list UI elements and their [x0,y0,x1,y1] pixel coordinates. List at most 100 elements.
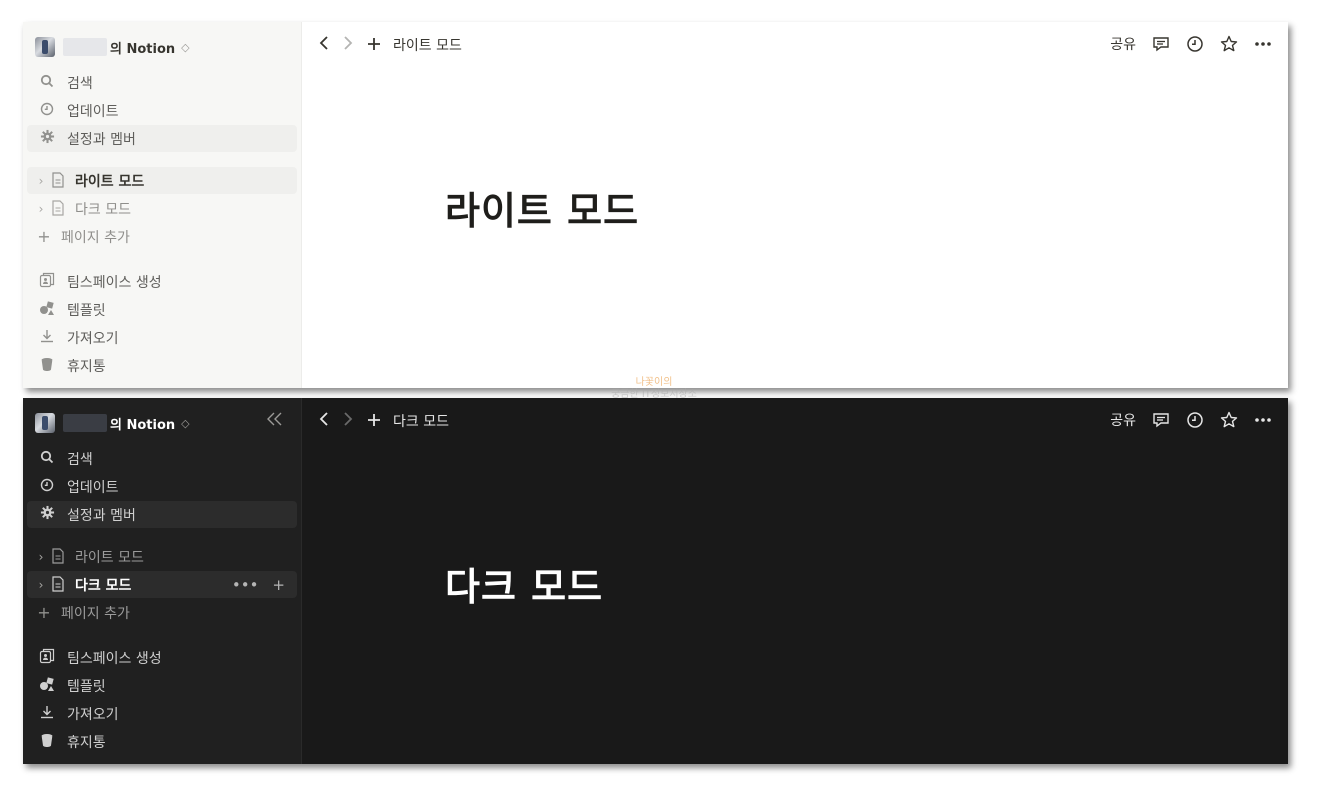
breadcrumb[interactable]: 라이트 모드 [393,35,462,55]
page-item-dark-mode[interactable]: › 다크 모드 ••• + [27,571,297,598]
sidebar-item-label: 팀스페이스 생성 [67,650,162,667]
search-icon [37,450,57,468]
new-page-plus-icon[interactable] [367,410,381,432]
workspace-avatar [35,413,55,433]
sidebar-item-updates[interactable]: 업데이트 [27,473,297,500]
workspace-name-redacted [63,414,107,432]
search-icon [37,74,57,92]
page-icon [51,199,67,218]
workspace-name: 의 Notion [110,417,176,433]
sidebar-item-label: 휴지통 [67,734,106,751]
sidebar-item-search[interactable]: 검색 [27,445,297,472]
templates-icon [37,676,57,696]
sidebar-item-label: 팀스페이스 생성 [67,274,162,291]
workspace-switcher[interactable]: 의 Notion ◇ [35,412,190,434]
share-button[interactable]: 공유 [1110,410,1136,430]
sidebar-item-label: 설정과 멤버 [67,507,136,524]
favorite-star-icon[interactable] [1220,411,1238,429]
plus-icon: + [37,603,51,622]
gear-icon [37,505,57,524]
double-chevron-left-icon[interactable] [267,410,283,431]
page-item-dark-mode[interactable]: › 다크 모드 [27,195,297,222]
add-page-label: 페이지 추가 [61,229,130,246]
page-icon [51,575,67,594]
page-icon [51,547,67,566]
workspace-switcher[interactable]: 의 Notion ◇ [35,36,190,58]
plus-icon: + [37,227,51,246]
templates-icon [37,300,57,320]
sidebar-item-create-teamspace[interactable]: 팀스페이스 생성 [27,644,297,671]
sidebar-item-label: 설정과 멤버 [67,131,136,148]
sidebar-item-search[interactable]: 검색 [27,69,297,96]
sidebar-item-settings[interactable]: 설정과 멤버 [27,125,297,152]
chevron-right-icon[interactable]: › [35,174,47,188]
chevron-updown-icon: ◇ [181,40,190,54]
sidebar-item-trash[interactable]: 휴지통 [27,728,297,755]
new-page-plus-icon[interactable] [367,34,381,56]
history-clock-icon[interactable] [1186,411,1204,429]
breadcrumb[interactable]: 다크 모드 [393,411,449,431]
page-item-label: 다크 모드 [75,201,131,218]
page-more-icon[interactable]: ••• [232,576,259,594]
page-title[interactable]: 다크 모드 [445,556,603,611]
add-page-button[interactable]: + 페이지 추가 [27,223,297,250]
topbar: 라이트 모드 공유 [301,22,1288,66]
more-options-icon[interactable] [1254,35,1272,53]
chevron-right-icon[interactable]: › [35,578,47,592]
page-item-light-mode[interactable]: › 라이트 모드 [27,167,297,194]
workspace-name-redacted [63,38,107,56]
page-add-subpage-icon[interactable]: + [272,576,285,594]
teamspace-icon [37,272,57,292]
sidebar-item-updates[interactable]: 업데이트 [27,97,297,124]
trash-icon [37,733,57,751]
sidebar-item-label: 가져오기 [67,706,119,723]
back-arrow-icon[interactable] [319,411,329,431]
watermark: 나꽃이의 궁금한 IT정보저장소 [598,377,710,407]
comment-icon[interactable] [1152,35,1170,53]
sidebar: 의 Notion ◇ 검색 업데이트 설정과 멤버 › 라이트 모드 › 다크 … [23,22,302,388]
add-page-button[interactable]: + 페이지 추가 [27,599,297,626]
gear-icon [37,129,57,148]
forward-arrow-icon[interactable] [343,411,353,431]
clock-icon [37,102,57,120]
share-button[interactable]: 공유 [1110,34,1136,54]
sidebar-item-label: 검색 [67,451,93,468]
page-item-light-mode[interactable]: › 라이트 모드 [27,543,297,570]
workspace-name: 의 Notion [110,41,176,57]
sidebar-item-templates[interactable]: 템플릿 [27,672,297,699]
workspace-avatar [35,37,55,57]
watermark-line1: 나꽃이의 [635,377,673,388]
forward-arrow-icon[interactable] [343,35,353,55]
download-icon [37,705,57,723]
chevron-right-icon[interactable]: › [35,202,47,216]
favorite-star-icon[interactable] [1220,35,1238,53]
page-item-label: 라이트 모드 [75,549,144,566]
comment-icon[interactable] [1152,411,1170,429]
sidebar-item-label: 업데이트 [67,479,119,496]
more-options-icon[interactable] [1254,411,1272,429]
back-arrow-icon[interactable] [319,35,329,55]
watermark-line2: 궁금한 IT정보저장소 [611,389,697,400]
page-item-label: 다크 모드 [75,577,132,594]
chevron-right-icon[interactable]: › [35,550,47,564]
sidebar-item-create-teamspace[interactable]: 팀스페이스 생성 [27,268,297,295]
dark-mode-window: 의 Notion ◇ 검색 업데이트 설정과 멤버 › 라이트 모드 › 다크 … [23,398,1288,764]
sidebar-item-trash[interactable]: 휴지통 [27,352,297,379]
page-icon [51,171,67,190]
sidebar-item-templates[interactable]: 템플릿 [27,296,297,323]
add-page-label: 페이지 추가 [61,605,130,622]
trash-icon [37,357,57,375]
sidebar-item-label: 검색 [67,75,93,92]
sidebar: 의 Notion ◇ 검색 업데이트 설정과 멤버 › 라이트 모드 › 다크 … [23,398,302,764]
sidebar-item-label: 휴지통 [67,358,106,375]
sidebar-item-label: 템플릿 [67,678,106,695]
sidebar-item-settings[interactable]: 설정과 멤버 [27,501,297,528]
clock-icon [37,478,57,496]
sidebar-item-label: 업데이트 [67,103,119,120]
sidebar-item-label: 템플릿 [67,302,106,319]
history-clock-icon[interactable] [1186,35,1204,53]
sidebar-item-import[interactable]: 가져오기 [27,324,297,351]
teamspace-icon [37,648,57,668]
page-title[interactable]: 라이트 모드 [445,180,639,235]
sidebar-item-import[interactable]: 가져오기 [27,700,297,727]
